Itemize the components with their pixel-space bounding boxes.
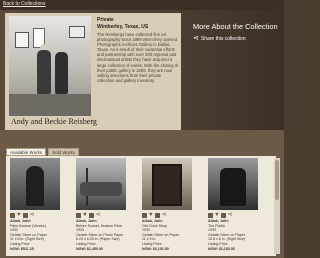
tab-sold-works[interactable]: Sold Works — [48, 148, 80, 156]
collection-location: Wimberley, Texas, US — [97, 24, 149, 30]
work-thumbnail[interactable] — [76, 158, 126, 210]
share-icon[interactable]: ⋖ — [162, 212, 167, 218]
collector-photo — [9, 16, 91, 116]
square-icon[interactable] — [76, 212, 81, 218]
heart-icon[interactable]: ♥ — [83, 212, 87, 218]
work-card[interactable]: ♥ ⋖ Albok, John The Fiddle 1939 Gelatin … — [208, 158, 258, 251]
work-meta: Albok, John Old Clock Shop 1930 Gelatin … — [142, 219, 192, 251]
work-price: NOW: $2,151.50 — [142, 246, 169, 251]
heart-icon[interactable]: ♥ — [215, 212, 219, 218]
share-label: Share this collection — [200, 36, 246, 42]
work-meta: Albok, John Palm Avenue (Vendor) 1932 Ge… — [10, 219, 60, 251]
work-card[interactable]: ♥ ⋖ Albok, John Before Sunset, Hudson Ri… — [76, 158, 126, 251]
work-thumbnail[interactable] — [142, 158, 192, 210]
collection-type: Private — [97, 17, 114, 23]
collection-description: The Reisbergs have collected fine art ph… — [97, 32, 179, 83]
work-card[interactable]: ♥ ⋖ Albok, John Old Clock Shop 1930 Gela… — [142, 158, 192, 251]
heart-icon[interactable]: ♥ — [149, 212, 153, 218]
work-price: NOW: $511.25 — [10, 246, 34, 251]
work-meta: Albok, John Before Sunset, Hudson River … — [76, 219, 126, 251]
works-section: Available Works Sold Works ♥ ⋖ Albok, Jo… — [0, 130, 284, 258]
square-icon[interactable] — [208, 212, 213, 218]
scrollbar-thumb[interactable] — [275, 160, 279, 200]
square-icon[interactable] — [88, 212, 94, 218]
share-icon[interactable]: ⋖ — [96, 212, 101, 218]
collection-info: Private Wimberley, Texas, US The Reisber… — [97, 17, 179, 83]
works-grid: ♥ ⋖ Albok, John Palm Avenue (Vendor) 193… — [6, 156, 280, 256]
square-icon[interactable] — [154, 212, 160, 218]
share-collection-link[interactable]: ⋖ Share this collection — [193, 35, 246, 42]
work-price: NOW: $1,450.00 — [76, 246, 103, 251]
works-tabs: Available Works Sold Works — [6, 148, 80, 156]
share-icon[interactable]: ⋖ — [228, 212, 233, 218]
work-thumbnail[interactable] — [208, 158, 258, 210]
share-icon[interactable]: ⋖ — [30, 212, 35, 218]
square-icon[interactable] — [220, 212, 226, 218]
collection-hero: Andy and Beckie Reisberg Private Wimberl… — [0, 10, 284, 130]
square-icon[interactable] — [22, 212, 28, 218]
works-scrollbar[interactable] — [274, 158, 280, 254]
work-card[interactable]: ♥ ⋖ Albok, John Palm Avenue (Vendor) 193… — [10, 158, 60, 251]
heart-icon[interactable]: ♥ — [17, 212, 21, 218]
top-bar: Back to Collections — [0, 0, 284, 10]
collection-card: Andy and Beckie Reisberg Private Wimberl… — [5, 13, 181, 130]
tab-available-works[interactable]: Available Works — [6, 148, 47, 156]
about-title: More About the Collection — [193, 22, 278, 31]
work-price: NOW: $2,153.50 — [208, 246, 235, 251]
share-icon: ⋖ — [193, 35, 199, 42]
square-icon[interactable] — [142, 212, 147, 218]
work-meta: Albok, John The Fiddle 1939 Gelatin Silv… — [208, 219, 258, 251]
square-icon[interactable] — [10, 212, 15, 218]
back-to-collections-link[interactable]: Back to Collections — [3, 1, 46, 7]
collector-name: Andy and Beckie Reisberg — [11, 117, 97, 126]
work-thumbnail[interactable] — [10, 158, 60, 210]
